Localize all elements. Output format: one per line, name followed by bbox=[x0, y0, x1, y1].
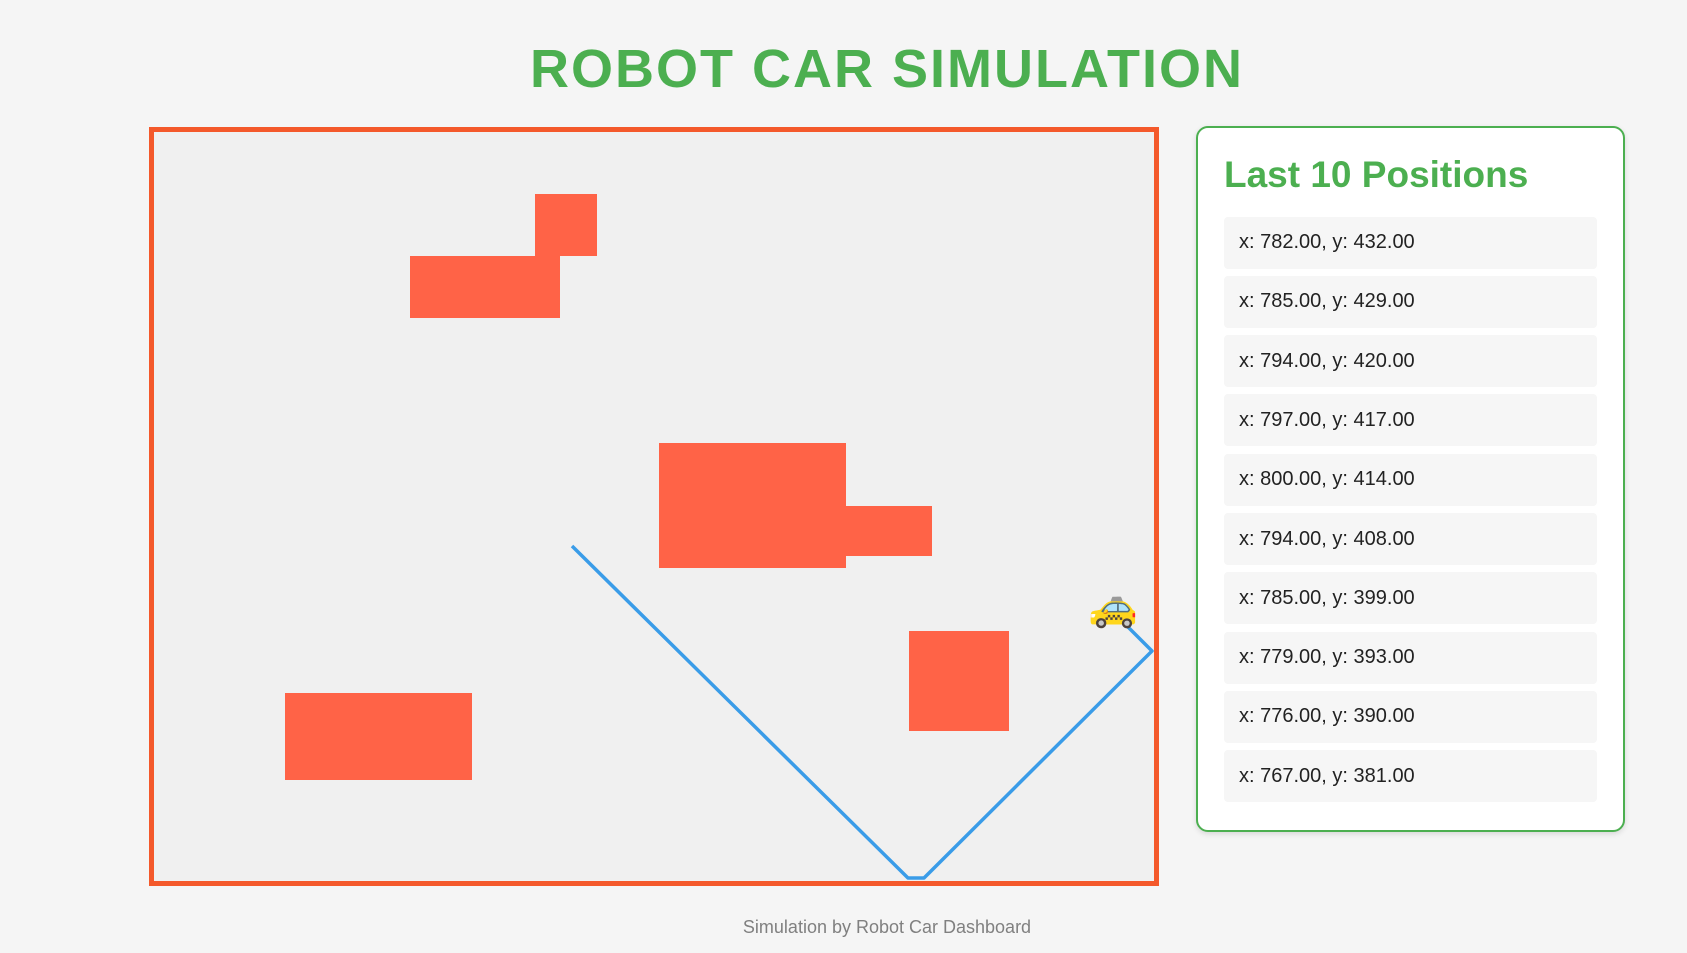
obstacle bbox=[535, 194, 597, 256]
position-item: x: 767.00, y: 381.00 bbox=[1224, 750, 1597, 803]
position-item: x: 797.00, y: 417.00 bbox=[1224, 394, 1597, 447]
position-item: x: 794.00, y: 408.00 bbox=[1224, 513, 1597, 566]
position-item: x: 794.00, y: 420.00 bbox=[1224, 335, 1597, 388]
page-title: ROBOT CAR SIMULATION bbox=[530, 39, 1244, 99]
obstacle bbox=[909, 631, 1009, 731]
car-icon: 🚕 bbox=[1088, 584, 1138, 630]
simulation-canvas[interactable]: 🚕 bbox=[149, 127, 1159, 886]
obstacle bbox=[285, 693, 472, 780]
obstacle bbox=[659, 443, 846, 568]
footer-credit: Simulation by Robot Car Dashboard bbox=[742, 917, 1032, 937]
obstacle bbox=[844, 506, 932, 556]
position-item: x: 785.00, y: 429.00 bbox=[1224, 275, 1597, 328]
obstacle bbox=[410, 256, 560, 318]
position-item: x: 800.00, y: 414.00 bbox=[1224, 453, 1597, 506]
position-item: x: 782.00, y: 432.00 bbox=[1224, 216, 1597, 269]
positions-list: x: 782.00, y: 432.00 x: 785.00, y: 429.0… bbox=[1224, 216, 1597, 803]
simulation-drawing bbox=[285, 194, 1154, 880]
position-item: x: 785.00, y: 399.00 bbox=[1224, 572, 1597, 625]
positions-panel: Last 10 Positions x: 782.00, y: 432.00 x… bbox=[1196, 126, 1625, 832]
position-item: x: 779.00, y: 393.00 bbox=[1224, 631, 1597, 684]
car-path bbox=[570, 544, 1154, 880]
panel-heading: Last 10 Positions bbox=[1224, 154, 1529, 195]
position-item: x: 776.00, y: 390.00 bbox=[1224, 690, 1597, 743]
